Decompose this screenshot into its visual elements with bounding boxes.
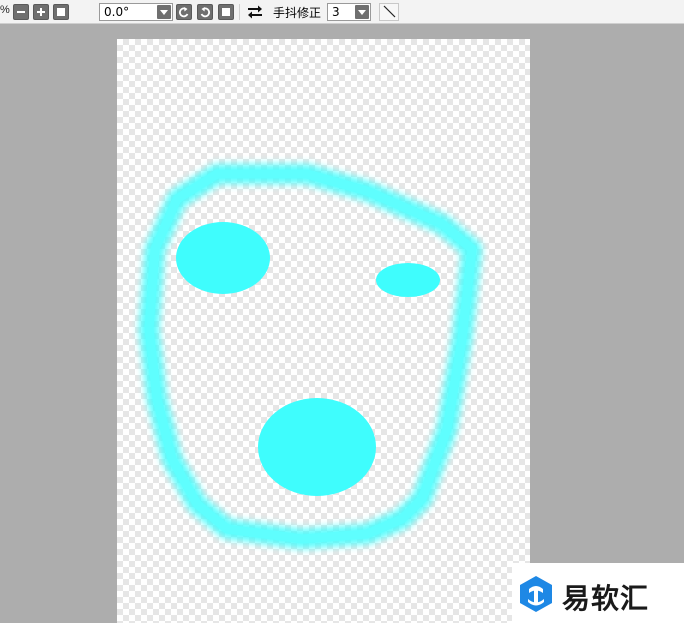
minus-icon <box>17 11 25 13</box>
rotation-angle-select[interactable]: 0.0° <box>99 3 173 21</box>
toolbar: % 0.0° 手抖修正 3 <box>0 0 684 24</box>
flip-horizontal-button[interactable] <box>246 4 264 20</box>
rotate-cw-icon <box>200 7 211 18</box>
line-tool-button[interactable] <box>379 3 399 21</box>
zoom-out-button[interactable] <box>13 4 29 20</box>
rotate-ccw-icon <box>178 7 189 18</box>
zoom-in-button[interactable] <box>33 4 49 20</box>
zoom-fit-button[interactable] <box>53 4 69 20</box>
brand-logo-icon <box>520 576 552 612</box>
right-eye <box>376 263 440 297</box>
watermark: 易软汇 <box>512 563 684 623</box>
zoom-percent-label: % <box>0 4 10 16</box>
toolbar-divider <box>239 4 240 20</box>
canvas-artwork <box>139 164 482 549</box>
plus-icon <box>37 8 45 16</box>
stabilizer-select[interactable]: 3 <box>327 3 371 21</box>
rotate-reset-button[interactable] <box>218 4 234 20</box>
flip-horizontal-icon <box>248 5 262 19</box>
rotation-angle-value: 0.0° <box>104 5 130 19</box>
line-tool-icon <box>383 5 396 18</box>
rotate-left-button[interactable] <box>176 4 192 20</box>
square-icon <box>222 8 230 16</box>
rotate-right-button[interactable] <box>197 4 213 20</box>
left-eye <box>176 222 270 294</box>
chevron-down-icon <box>355 5 369 19</box>
chevron-down-icon <box>157 5 171 19</box>
stabilizer-label: 手抖修正 <box>273 6 322 20</box>
square-icon <box>57 8 65 16</box>
stabilizer-value: 3 <box>332 5 340 19</box>
watermark-text: 易软汇 <box>562 582 650 615</box>
drawing-canvas[interactable] <box>117 39 530 623</box>
mouth <box>258 398 376 496</box>
